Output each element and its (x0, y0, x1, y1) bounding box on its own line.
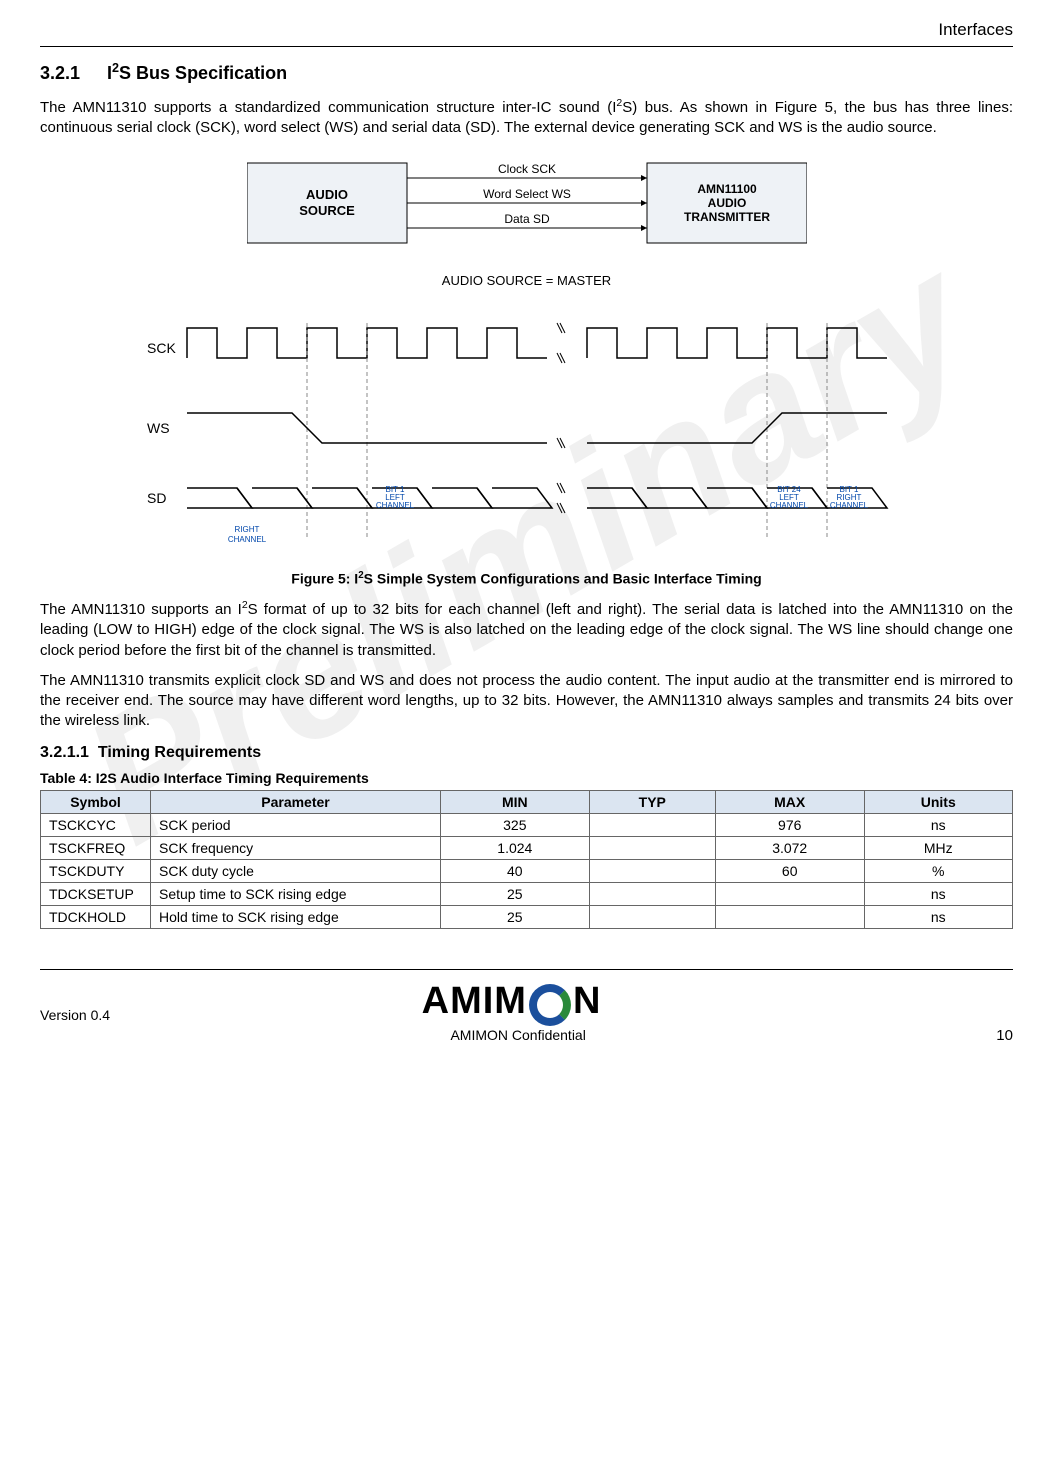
table-row: TSCKDUTYSCK duty cycle40 60% (41, 859, 1013, 882)
cell-symbol: TDCKHOLD (41, 905, 151, 928)
subsection-heading: 3.2.1.1 Timing Requirements (40, 744, 1013, 762)
table-title: Table 4: I2S Audio Interface Timing Requ… (40, 770, 1013, 786)
cell-min: 325 (441, 813, 590, 836)
cell-typ (589, 905, 715, 928)
cell-parameter: Hold time to SCK rising edge (151, 905, 441, 928)
table-header-row: Symbol Parameter MIN TYP MAX Units (41, 790, 1013, 813)
cell-units: ns (864, 905, 1012, 928)
amimon-logo: AMIMN (422, 980, 602, 1023)
cell-typ (589, 859, 715, 882)
cell-units: ns (864, 813, 1012, 836)
master-caption: AUDIO SOURCE = MASTER (247, 273, 807, 288)
cell-parameter: SCK frequency (151, 836, 441, 859)
table-row: TDCKSETUPSetup time to SCK rising edge25… (41, 882, 1013, 905)
right-channel-label: RIGHTCHANNEL (227, 525, 266, 544)
th-min: MIN (441, 790, 590, 813)
left-box-line1: AUDIO (306, 187, 348, 202)
table-row: TSCKCYCSCK period325 976ns (41, 813, 1013, 836)
table-row: TSCKFREQSCK frequency1.024 3.072MHz (41, 836, 1013, 859)
cell-symbol: TSCKCYC (41, 813, 151, 836)
logo-o-icon (529, 984, 571, 1026)
right-box-line2: AUDIO (707, 196, 746, 210)
paragraph-1: The AMN11310 supports a standardized com… (40, 96, 1013, 139)
label-sck: SCK (147, 340, 176, 356)
timing-diagram: SCK WS SD (117, 318, 937, 562)
cell-units: ns (864, 882, 1012, 905)
cell-parameter: SCK period (151, 813, 441, 836)
th-units: Units (864, 790, 1012, 813)
subheading-number: 3.2.1.1 (40, 744, 89, 761)
cell-symbol: TSCKDUTY (41, 859, 151, 882)
cell-max: 60 (715, 859, 864, 882)
cell-symbol: TSCKFREQ (41, 836, 151, 859)
right-box-line3: TRANSMITTER (684, 210, 770, 224)
right-box-line1: AMN11100 (697, 182, 757, 196)
cell-parameter: SCK duty cycle (151, 859, 441, 882)
cell-max (715, 882, 864, 905)
footer-rule (40, 969, 1013, 970)
cell-typ (589, 836, 715, 859)
cell-max (715, 905, 864, 928)
cell-typ (589, 813, 715, 836)
cell-max: 976 (715, 813, 864, 836)
subheading-title: Timing Requirements (98, 744, 261, 761)
left-box-line2: SOURCE (299, 203, 355, 218)
timing-table: Symbol Parameter MIN TYP MAX Units TSCKC… (40, 790, 1013, 929)
footer-page-number: 10 (996, 1027, 1013, 1044)
label-sd: SD (147, 490, 166, 506)
cell-units: MHz (864, 836, 1012, 859)
th-typ: TYP (589, 790, 715, 813)
signal-clk: Clock SCK (497, 162, 555, 176)
signal-sd: Data SD (504, 212, 550, 226)
cell-min: 25 (441, 905, 590, 928)
heading-title: I2S Bus Specification (107, 63, 287, 83)
section-heading: 3.2.1 I2S Bus Specification (40, 61, 1013, 84)
cell-max: 3.072 (715, 836, 864, 859)
label-ws: WS (147, 420, 170, 436)
page-footer: Version 0.4 AMIMN AMIMON Confidential 10 (40, 969, 1013, 1044)
th-parameter: Parameter (151, 790, 441, 813)
heading-number: 3.2.1 (40, 63, 102, 84)
paragraph-2: The AMN11310 supports an I2S format of u… (40, 598, 1013, 661)
header-section: Interfaces (40, 20, 1013, 40)
header-rule (40, 46, 1013, 47)
cell-min: 1.024 (441, 836, 590, 859)
footer-confidential: AMIMON Confidential (450, 1027, 585, 1044)
cell-parameter: Setup time to SCK rising edge (151, 882, 441, 905)
table-row: TDCKHOLDHold time to SCK rising edge25 ns (41, 905, 1013, 928)
th-symbol: Symbol (41, 790, 151, 813)
signal-ws: Word Select WS (483, 187, 571, 201)
footer-version: Version 0.4 (40, 1007, 110, 1023)
th-max: MAX (715, 790, 864, 813)
cell-units: % (864, 859, 1012, 882)
cell-symbol: TDCKSETUP (41, 882, 151, 905)
figure-caption: Figure 5: I2S Simple System Configuratio… (40, 570, 1013, 587)
cell-typ (589, 882, 715, 905)
block-diagram: AUDIO SOURCE AMN11100 AUDIO TRANSMITTER … (247, 153, 807, 288)
cell-min: 25 (441, 882, 590, 905)
cell-min: 40 (441, 859, 590, 882)
paragraph-3: The AMN11310 transmits explicit clock SD… (40, 671, 1013, 732)
